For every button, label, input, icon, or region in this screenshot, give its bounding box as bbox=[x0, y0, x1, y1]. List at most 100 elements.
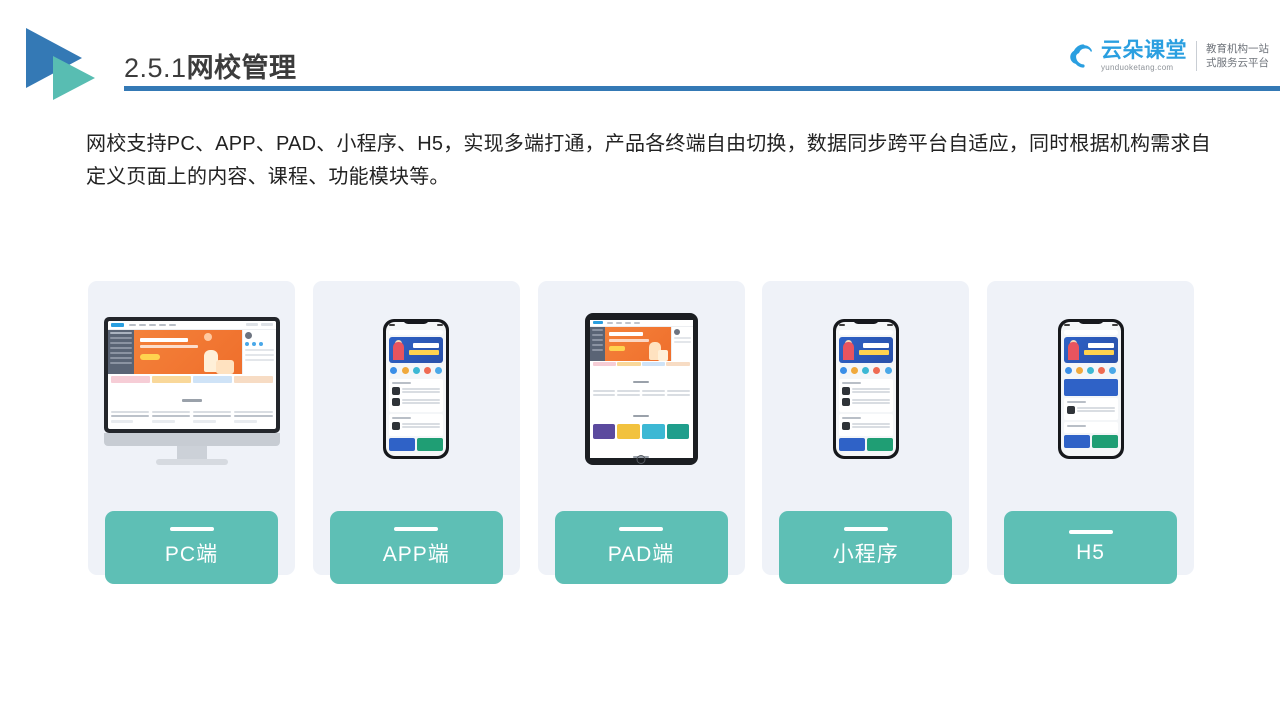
promo-banner bbox=[1063, 378, 1118, 396]
sidebar-row bbox=[109, 346, 132, 349]
course-thumb bbox=[392, 397, 401, 406]
quick-icon bbox=[851, 366, 859, 374]
website-hero bbox=[107, 329, 276, 374]
monitor-chin bbox=[103, 432, 280, 446]
device-card-pc[interactable]: PC端 bbox=[88, 281, 295, 584]
promo-card-row bbox=[389, 437, 444, 451]
panel-line bbox=[673, 336, 691, 339]
banner-headline bbox=[139, 337, 188, 342]
smartphone-mockup bbox=[987, 281, 1194, 496]
course-row bbox=[841, 397, 890, 406]
promo-card bbox=[666, 361, 690, 366]
device-label-pc[interactable]: PC端 bbox=[105, 511, 278, 584]
nav-item bbox=[128, 323, 136, 326]
course-row bbox=[392, 421, 441, 430]
banner-subtitle-line bbox=[409, 349, 440, 355]
phone-notch bbox=[1077, 318, 1104, 324]
nav-item bbox=[606, 321, 613, 324]
promo-card bbox=[1063, 434, 1090, 448]
website-user-panel bbox=[241, 329, 276, 374]
slide-root: 2.5.1网校管理 云朵课堂 yunduoketang.com 教育机构一站式服… bbox=[0, 0, 1280, 720]
nav-item bbox=[624, 321, 631, 324]
nav-item bbox=[148, 323, 156, 326]
tablet-mockup bbox=[538, 281, 745, 496]
quick-icon bbox=[1109, 366, 1117, 374]
course-row bbox=[841, 386, 890, 395]
sidebar-row bbox=[591, 348, 603, 351]
label-dash bbox=[394, 527, 439, 531]
browser-title-bar bbox=[1063, 329, 1118, 335]
promo-card bbox=[192, 375, 232, 383]
app-banner bbox=[1063, 336, 1118, 363]
label-dash bbox=[169, 527, 214, 531]
nav-item bbox=[633, 321, 640, 324]
body-paragraph: 网校支持PC、APP、PAD、小程序、H5，实现多端打通，产品各终端自由切换，数… bbox=[86, 133, 1211, 188]
phone-body bbox=[383, 318, 450, 459]
brand-tagline: 教育机构一站式服务云平台 bbox=[1206, 42, 1269, 69]
phone-screen bbox=[386, 321, 447, 456]
website-logo bbox=[592, 321, 603, 324]
label-dash bbox=[1068, 530, 1113, 534]
section-heading bbox=[392, 416, 412, 419]
desktop-monitor-mockup bbox=[88, 281, 295, 496]
panel-line bbox=[673, 340, 691, 343]
course-item bbox=[617, 389, 640, 398]
nav-item bbox=[168, 323, 176, 326]
website-sidebar bbox=[107, 329, 134, 374]
banner-title-line bbox=[1087, 342, 1114, 348]
label-dash bbox=[843, 527, 888, 531]
promo-card bbox=[617, 361, 641, 366]
quick-icon bbox=[884, 366, 892, 374]
panel-line bbox=[244, 348, 274, 351]
device-label-app[interactable]: APP端 bbox=[329, 511, 503, 584]
course-thumb bbox=[1066, 405, 1075, 414]
label-dash bbox=[619, 527, 663, 531]
device-label-pad[interactable]: PAD端 bbox=[554, 511, 728, 584]
device-label-text: PC端 bbox=[164, 543, 219, 566]
device-card-miniprogram[interactable]: 小程序 bbox=[762, 281, 970, 584]
promo-card bbox=[151, 375, 191, 383]
panel-line bbox=[244, 358, 274, 361]
triangle-teal-shape bbox=[53, 56, 95, 100]
section-heading bbox=[841, 381, 861, 384]
tablet-screen bbox=[589, 319, 693, 458]
quick-icon bbox=[1075, 366, 1083, 374]
course-lines bbox=[402, 398, 441, 405]
device-card-app[interactable]: APP端 bbox=[312, 281, 520, 584]
device-card-pad[interactable]: PAD端 bbox=[537, 281, 745, 584]
quick-icon-row bbox=[1061, 363, 1121, 377]
course-tile bbox=[666, 423, 690, 439]
banner-subline bbox=[139, 344, 198, 348]
sidebar-row bbox=[109, 336, 132, 339]
device-label-text: APP端 bbox=[382, 543, 450, 566]
course-grid bbox=[590, 423, 693, 442]
section-heading bbox=[1066, 424, 1086, 427]
course-list bbox=[108, 407, 276, 427]
course-lines bbox=[851, 387, 890, 394]
double-triangle-play-icon bbox=[26, 28, 122, 100]
banner-subtitle-line bbox=[858, 349, 889, 355]
device-card-h5[interactable]: H5 bbox=[987, 281, 1194, 584]
device-label-text: PAD端 bbox=[607, 543, 675, 566]
search-bar bbox=[838, 329, 893, 335]
course-thumb bbox=[841, 386, 850, 395]
page-title-name: 网校管理 bbox=[186, 53, 297, 83]
promo-card-row bbox=[838, 437, 893, 451]
quick-icon bbox=[401, 366, 409, 374]
banner-subtitle-line bbox=[1083, 349, 1114, 355]
panel-dots bbox=[244, 341, 274, 346]
course-row bbox=[392, 386, 441, 395]
course-item bbox=[110, 410, 149, 423]
section-title bbox=[590, 367, 693, 390]
phone-body bbox=[1057, 318, 1124, 459]
promo-strip bbox=[107, 373, 276, 385]
phone-notch bbox=[403, 318, 430, 324]
promo-card bbox=[866, 437, 893, 451]
website-user-panel bbox=[670, 326, 693, 361]
course-item bbox=[193, 410, 232, 423]
quick-icon-row bbox=[386, 363, 446, 377]
course-lines bbox=[402, 387, 441, 394]
device-label-miniprogram[interactable]: 小程序 bbox=[779, 511, 953, 584]
device-label-h5[interactable]: H5 bbox=[1004, 511, 1177, 584]
sidebar-row bbox=[591, 333, 603, 336]
